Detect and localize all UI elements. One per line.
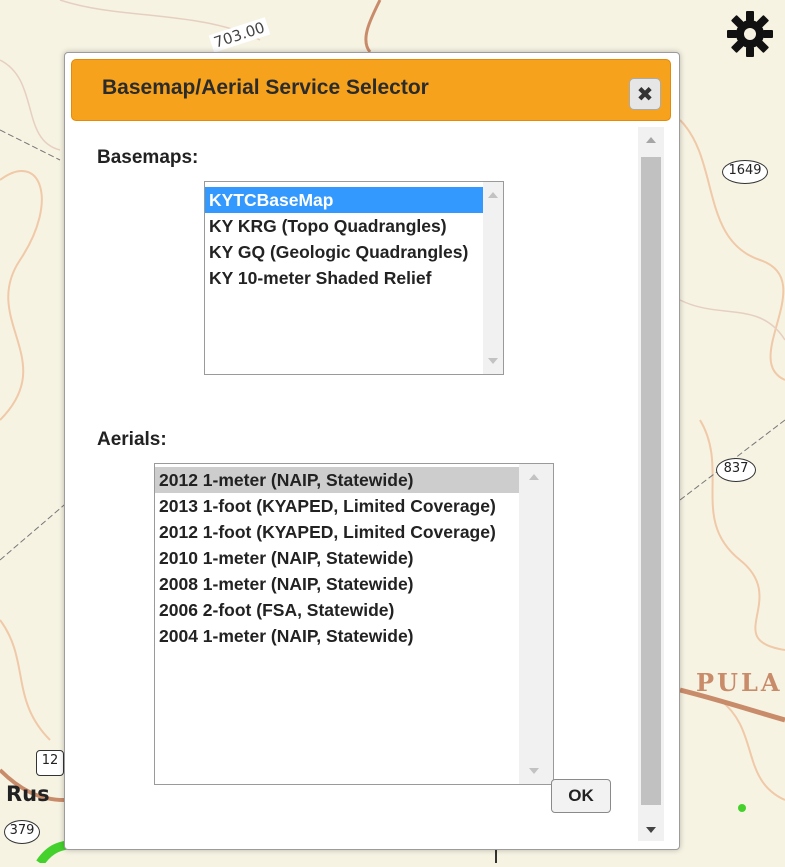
aerial-option[interactable]: 2006 2-foot (FSA, Statewide) <box>155 597 519 623</box>
route-shield-837: 837 <box>716 458 756 482</box>
aerial-option[interactable]: 2008 1-meter (NAIP, Statewide) <box>155 571 519 597</box>
basemap-option[interactable]: KY 10-meter Shaded Relief <box>205 265 483 291</box>
aerial-option[interactable]: 2012 1-meter (NAIP, Statewide) <box>155 467 519 493</box>
county-label: PULA <box>696 668 783 697</box>
aerials-scrollbar[interactable] <box>519 464 553 784</box>
scroll-down-icon[interactable] <box>488 358 498 364</box>
basemap-option[interactable]: KY KRG (Topo Quadrangles) <box>205 213 483 239</box>
aerial-option[interactable]: 2013 1-foot (KYAPED, Limited Coverage) <box>155 493 519 519</box>
basemaps-scrollbar[interactable] <box>483 182 503 374</box>
scroll-up-icon[interactable] <box>646 137 656 143</box>
dialog-scrollbar[interactable] <box>638 127 664 841</box>
basemap-option[interactable]: KYTCBaseMap <box>205 187 483 213</box>
scroll-down-icon[interactable] <box>529 768 539 774</box>
scrollbar-thumb[interactable] <box>641 157 661 805</box>
scroll-up-icon[interactable] <box>529 474 539 480</box>
aerial-option[interactable]: 2010 1-meter (NAIP, Statewide) <box>155 545 519 571</box>
aerial-option[interactable]: 2012 1-foot (KYAPED, Limited Coverage) <box>155 519 519 545</box>
route-shield-379: 379 <box>4 820 40 844</box>
aerials-listbox[interactable]: 2012 1-meter (NAIP, Statewide) 2013 1-fo… <box>154 463 554 785</box>
gear-icon[interactable] <box>724 8 776 60</box>
dialog-titlebar[interactable]: Basemap/Aerial Service Selector ✖ <box>71 59 671 121</box>
close-icon[interactable]: ✖ <box>629 78 661 110</box>
route-shield-12: 12 <box>36 750 64 776</box>
ok-button[interactable]: OK <box>551 779 611 813</box>
scroll-up-icon[interactable] <box>488 192 498 198</box>
dialog-title: Basemap/Aerial Service Selector <box>102 76 429 99</box>
scroll-down-icon[interactable] <box>646 827 656 833</box>
basemaps-listbox[interactable]: KYTCBaseMap KY KRG (Topo Quadrangles) KY… <box>204 181 504 375</box>
aerials-label: Aerials: <box>97 429 167 450</box>
basemap-selector-dialog: Basemap/Aerial Service Selector ✖ Basema… <box>64 52 680 850</box>
basemap-option[interactable]: KY GQ (Geologic Quadrangles) <box>205 239 483 265</box>
town-label: Rus <box>6 782 50 806</box>
aerial-option[interactable]: 2004 1-meter (NAIP, Statewide) <box>155 623 519 649</box>
basemaps-label: Basemaps: <box>97 147 199 168</box>
route-shield-1649: 1649 <box>722 160 768 184</box>
